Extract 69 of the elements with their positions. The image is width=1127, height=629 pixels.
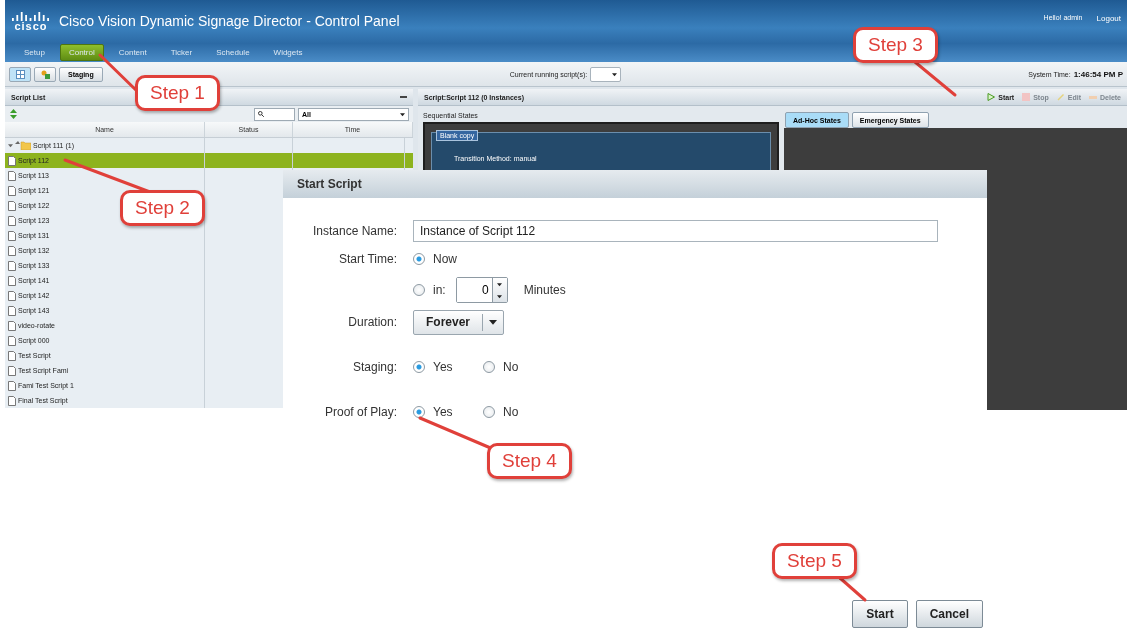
duration-dropdown[interactable]: Forever [413, 309, 505, 335]
radio-option[interactable]: Yes [413, 405, 473, 419]
document-icon [8, 155, 16, 166]
radio-button[interactable] [483, 406, 495, 418]
view-button[interactable] [34, 66, 56, 82]
pencil-icon [1056, 93, 1065, 101]
nav-tab[interactable]: Content [109, 43, 156, 61]
radio-button[interactable] [413, 361, 425, 373]
document-icon [8, 185, 16, 196]
folder-icon [15, 141, 31, 150]
step-callout: Step 3 [853, 27, 938, 63]
document-icon [8, 380, 16, 391]
document-icon [8, 200, 16, 211]
document-icon [8, 245, 16, 256]
leader-line [913, 60, 957, 97]
radio-option[interactable]: No [483, 405, 543, 419]
system-time: 1:46:54 PM P [1073, 69, 1123, 79]
stop-icon [1022, 93, 1031, 101]
instance-name-field[interactable]: Instance of Script 112 [413, 220, 938, 242]
play-icon [987, 93, 996, 101]
logout-link[interactable]: Logout [1096, 14, 1121, 23]
radio-option[interactable]: No [483, 360, 543, 374]
document-icon [8, 335, 16, 346]
caret-icon [612, 71, 618, 77]
nav-tab[interactable]: Ticker [161, 43, 202, 61]
document-icon [8, 215, 16, 226]
document-icon [8, 230, 16, 241]
nav-tab[interactable]: Widgets [264, 43, 312, 61]
document-icon [8, 395, 16, 406]
document-icon [8, 260, 16, 271]
document-icon [8, 320, 16, 331]
document-icon [8, 365, 16, 376]
radio-button[interactable] [483, 361, 495, 373]
logo-text: cisco [14, 21, 48, 32]
document-icon [8, 350, 16, 361]
document-icon [8, 290, 16, 301]
shapes-icon [40, 69, 50, 79]
radio-button[interactable] [413, 406, 425, 418]
step-callout: Step 2 [120, 190, 205, 226]
step-callout: Step 4 [487, 443, 572, 479]
search-field[interactable] [254, 107, 295, 121]
logo-icon [11, 10, 51, 21]
minutes-spinner[interactable]: 0 [455, 277, 508, 303]
radio-button[interactable] [413, 253, 425, 265]
radio-option[interactable]: Yes [413, 360, 473, 374]
view-button[interactable] [9, 66, 31, 82]
radio-option[interactable]: in: [413, 283, 446, 297]
minus-icon [1089, 95, 1097, 99]
refresh-icon[interactable] [9, 109, 18, 119]
app-title: Cisco Vision Dynamic Signage Director - Control Panel [59, 13, 400, 29]
caret-icon [400, 111, 405, 117]
caret-icon [8, 143, 13, 148]
radio-option[interactable]: Now [413, 252, 473, 266]
nav-tab[interactable]: Schedule [207, 43, 259, 61]
search-icon [258, 111, 264, 117]
document-icon [8, 305, 16, 316]
grid-icon [15, 69, 25, 79]
caret-icon [489, 318, 498, 326]
document-icon [8, 170, 16, 181]
radio-button[interactable] [413, 284, 425, 296]
running-scripts-dropdown[interactable] [590, 66, 622, 82]
step-callout: Step 1 [135, 75, 220, 111]
document-icon [8, 275, 16, 286]
start-button[interactable]: Start [852, 600, 908, 628]
leader-line [838, 576, 867, 602]
unit-label: Minutes [523, 283, 566, 297]
nav-tab[interactable]: Setup [15, 43, 54, 61]
cancel-button[interactable]: Cancel [915, 600, 983, 628]
step-callout: Step 5 [772, 543, 857, 579]
